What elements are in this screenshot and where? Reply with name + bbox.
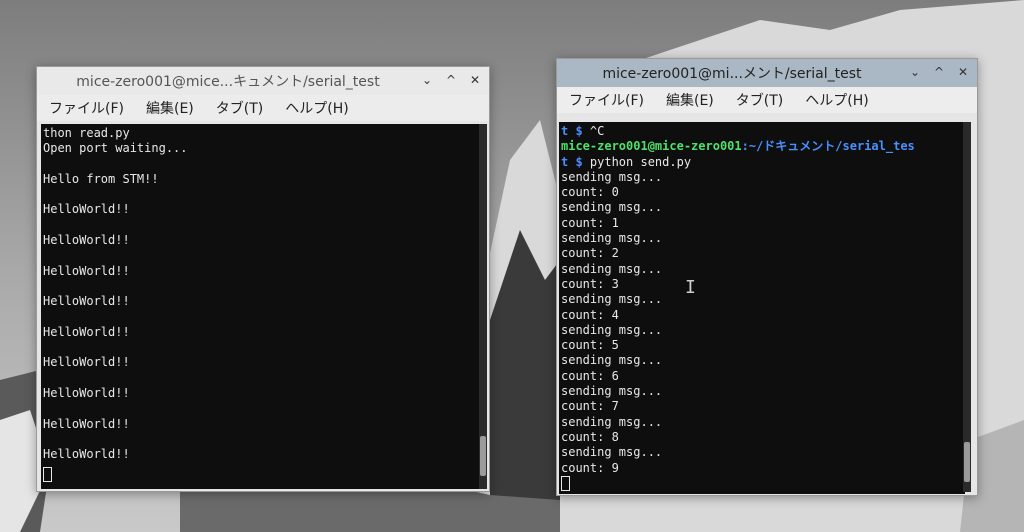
- minimize-icon[interactable]: ⌄: [419, 71, 435, 89]
- terminal-line: sending msg...: [561, 231, 663, 246]
- terminal-cursor: [43, 466, 52, 482]
- terminal-line: HelloWorld!!: [43, 263, 130, 278]
- scrollbar[interactable]: [479, 124, 487, 489]
- terminal-lines: sending msg... count: 0 sending msg... coun…: [561, 170, 965, 476]
- terminal-line: HelloWorld!!: [43, 324, 130, 339]
- terminal-output[interactable]: t $ ^C mice-zero001@mice-zero001:~/ドキュメン…: [559, 122, 965, 494]
- terminal-line: count: 1: [561, 215, 619, 230]
- menu-tab[interactable]: タブ(T): [214, 96, 265, 120]
- terminal-line: HelloWorld!!: [43, 386, 130, 401]
- menu-edit[interactable]: 編集(E): [144, 96, 196, 120]
- terminal-window-receiver[interactable]: mice-zero001@mice...キュメント/serial_test ⌄ …: [36, 66, 490, 492]
- terminal-line: count: 2: [561, 246, 619, 261]
- menu-edit[interactable]: 編集(E): [664, 88, 716, 112]
- terminal-line: count: 4: [561, 307, 619, 322]
- maximize-icon[interactable]: ^: [931, 63, 947, 81]
- terminal-line: count: 8: [561, 429, 619, 444]
- menu-file[interactable]: ファイル(F): [47, 96, 126, 120]
- maximize-icon[interactable]: ^: [443, 71, 459, 89]
- terminal-line: HelloWorld!!: [43, 202, 130, 217]
- terminal-line: sending msg...: [561, 322, 663, 337]
- terminal-line: HelloWorld!!: [43, 447, 130, 462]
- i-beam-cursor-icon: I: [685, 277, 696, 298]
- window-title: mice-zero001@mi...メント/serial_test: [602, 66, 862, 82]
- terminal-line: sending msg...: [561, 200, 663, 215]
- terminal-line: HelloWorld!!: [43, 416, 130, 431]
- menu-bar: ファイル(F) 編集(E) タブ(T) ヘルプ(H): [37, 95, 489, 121]
- menu-file[interactable]: ファイル(F): [567, 88, 646, 112]
- terminal-line: count: 7: [561, 399, 619, 414]
- terminal-line: count: 6: [561, 368, 619, 383]
- menu-help[interactable]: ヘルプ(H): [283, 96, 350, 120]
- terminal-cursor: [561, 475, 570, 491]
- minimize-icon[interactable]: ⌄: [907, 63, 923, 81]
- terminal-output[interactable]: thon read.py Open port waiting... Hello fr…: [41, 124, 479, 489]
- window-title: mice-zero001@mice...キュメント/serial_test: [76, 74, 380, 90]
- terminal-line: thon read.py: [43, 126, 130, 140]
- terminal-line: count: 0: [561, 185, 619, 200]
- terminal-line: sending msg...: [561, 292, 663, 307]
- menu-tab[interactable]: タブ(T): [734, 88, 785, 112]
- menu-help[interactable]: ヘルプ(H): [803, 88, 870, 112]
- terminal-line: sending msg...: [561, 445, 663, 460]
- terminal-lines: thon read.py Open port waiting... Hello fr…: [43, 126, 479, 463]
- terminal-line: Hello from STM!!: [43, 171, 159, 186]
- prompt-line: mice-zero001@mice-zero001:~/ドキュメント/seria…: [561, 139, 915, 154]
- prompt-line: t $ python send.py: [561, 154, 692, 169]
- terminal-line: HelloWorld!!: [43, 233, 130, 248]
- terminal-line: sending msg...: [561, 384, 663, 399]
- scroll-thumb[interactable]: [480, 436, 486, 476]
- terminal-line: sending msg...: [561, 353, 663, 368]
- menu-bar: ファイル(F) 編集(E) タブ(T) ヘルプ(H): [557, 87, 977, 113]
- terminal-line: sending msg...: [561, 414, 663, 429]
- terminal-window-sender[interactable]: mice-zero001@mi...メント/serial_test ⌄ ^ ✕ …: [556, 58, 978, 496]
- scroll-thumb[interactable]: [964, 442, 970, 482]
- terminal-line: Open port waiting...: [43, 141, 188, 156]
- prompt-line: t $ ^C: [561, 124, 605, 138]
- terminal-line: count: 9: [561, 460, 619, 475]
- title-bar[interactable]: mice-zero001@mice...キュメント/serial_test ⌄ …: [37, 67, 489, 95]
- terminal-line: HelloWorld!!: [43, 355, 130, 370]
- terminal-line: HelloWorld!!: [43, 294, 130, 309]
- close-icon[interactable]: ✕: [955, 63, 971, 81]
- terminal-line: count: 3: [561, 276, 619, 291]
- terminal-line: count: 5: [561, 338, 619, 353]
- terminal-line: sending msg...: [561, 169, 663, 184]
- terminal-line: sending msg...: [561, 261, 663, 276]
- scrollbar[interactable]: [963, 122, 971, 492]
- title-bar[interactable]: mice-zero001@mi...メント/serial_test ⌄ ^ ✕: [557, 59, 977, 87]
- close-icon[interactable]: ✕: [467, 71, 483, 89]
